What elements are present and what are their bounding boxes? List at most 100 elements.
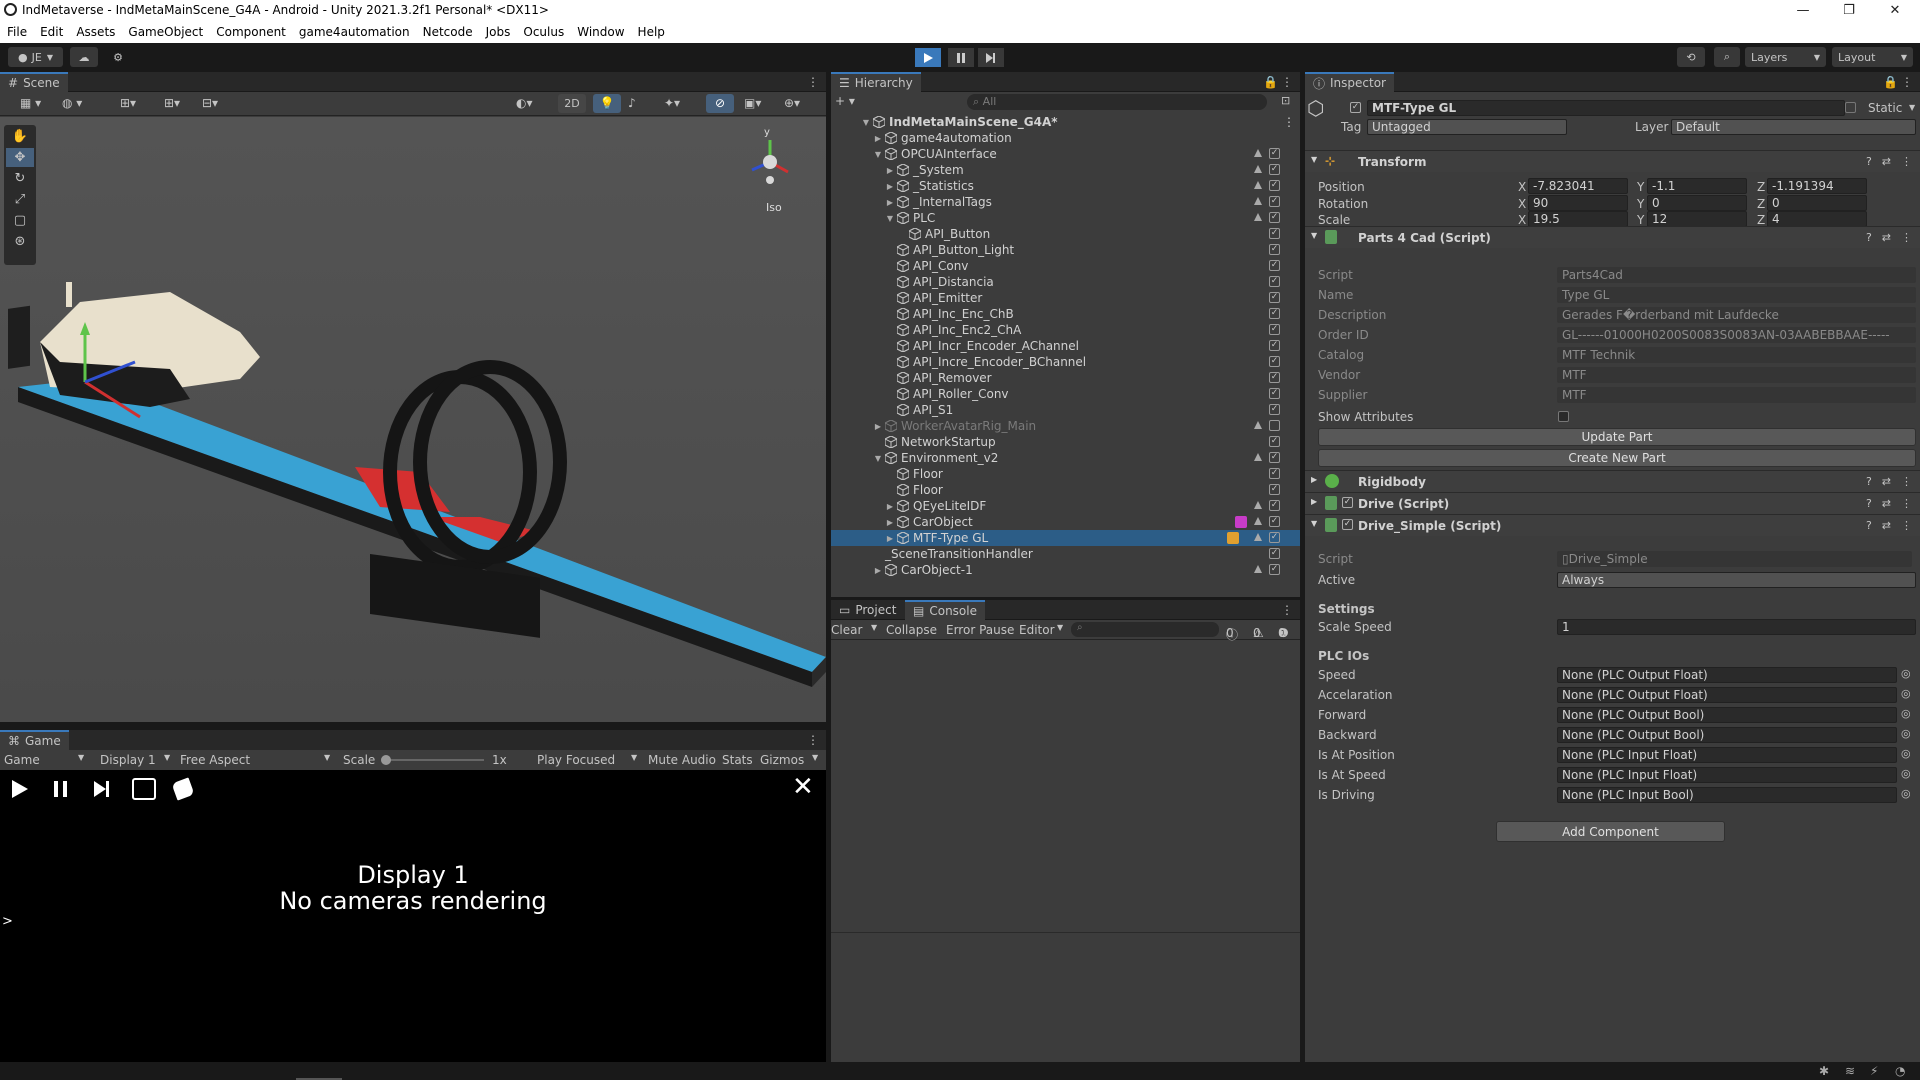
sketch-icon[interactable] [171, 777, 195, 801]
hierarchy-row[interactable]: ▶ _Statistics ✓ [831, 178, 1300, 194]
expand-arrow-icon[interactable]: ▶ [885, 182, 895, 191]
help-icon[interactable]: ? [1866, 519, 1872, 532]
expand-arrow-icon[interactable]: ▶ [873, 422, 883, 431]
game-pause-icon[interactable] [54, 781, 68, 797]
transform-component-header[interactable]: ▼ ⊹ Transform ? ⇄ ⋮ [1305, 150, 1920, 172]
visibility-checkbox[interactable]: ✓ [1269, 564, 1280, 575]
visibility-checkbox[interactable]: ✓ [1269, 292, 1280, 303]
tab-game[interactable]: ⌘ Game [0, 730, 69, 750]
visibility-checkbox[interactable]: ✓ [1269, 356, 1280, 367]
visibility-checkbox[interactable]: ✓ [1269, 372, 1280, 383]
account-dropdown[interactable]: ● JE ▼ [8, 47, 63, 67]
visibility-checkbox[interactable]: ✓ [1269, 340, 1280, 351]
scale-x-field[interactable]: 19.5 [1528, 211, 1628, 227]
play-mode-select[interactable]: Play Focused [537, 753, 615, 767]
expand-arrow-icon[interactable]: ▶ [873, 566, 883, 575]
expand-arrow-icon[interactable]: ▼ [873, 454, 883, 463]
rect-tool-icon[interactable]: ▢ [6, 211, 34, 230]
component-menu-icon[interactable]: ⋮ [1901, 155, 1912, 168]
collapse-toggle[interactable]: Collapse [886, 623, 937, 637]
hierarchy-row[interactable]: ▼ PLC ✓ [831, 210, 1300, 226]
audio-toggle-icon[interactable]: ♪ [628, 96, 648, 112]
step-button[interactable] [978, 48, 1004, 67]
menu-jobs[interactable]: Jobs [486, 25, 511, 39]
expand-arrow-icon[interactable]: ▶ [885, 518, 895, 527]
object-picker-icon[interactable]: ◎ [1901, 667, 1911, 680]
scene-viewport[interactable]: y Iso ✋ ✥ ↻ ⤢ ▢ ⊛ [0, 117, 826, 722]
plc-io-field[interactable]: None (PLC Output Float) [1557, 687, 1897, 703]
cache-icon[interactable]: ≋ [1845, 1064, 1855, 1078]
gizmos-icon[interactable]: ⊕▾ [784, 96, 820, 112]
active-dropdown[interactable]: Always [1557, 572, 1916, 588]
maximize-button[interactable]: ❐ [1826, 0, 1872, 21]
hierarchy-search-input[interactable]: ⌕ All [967, 94, 1267, 110]
hierarchy-row[interactable]: API_Button_Light ✓ [831, 242, 1300, 258]
scale-slider[interactable] [384, 759, 484, 761]
game-menu-icon[interactable]: ⋮ [807, 733, 819, 747]
increment-snap-icon[interactable]: ⊟▾ [202, 96, 236, 112]
menu-window[interactable]: Window [577, 25, 624, 39]
position-y-field[interactable]: -1.1 [1647, 178, 1747, 194]
parts4cad-component-header[interactable]: ▼ Parts 4 Cad (Script) ? ⇄ ⋮ [1305, 226, 1920, 248]
visibility-checkbox[interactable]: ✓ [1269, 404, 1280, 415]
plc-io-field[interactable]: None (PLC Input Float) [1557, 767, 1897, 783]
effects-icon[interactable]: ✦▾ [664, 96, 694, 112]
visibility-checkbox[interactable]: ✓ [1269, 548, 1280, 559]
drive-enabled-checkbox[interactable]: ✓ [1342, 497, 1353, 508]
tab-hierarchy[interactable]: ☰ Hierarchy [831, 72, 921, 92]
screenshot-icon[interactable] [132, 778, 156, 800]
console-menu-icon[interactable]: ⋮ [1281, 603, 1293, 617]
hierarchy-menu-icon[interactable]: ⋮ [1281, 75, 1293, 89]
hierarchy-row[interactable]: API_Incr_Encoder_AChannel ✓ [831, 338, 1300, 354]
object-picker-icon[interactable]: ◎ [1901, 747, 1911, 760]
hierarchy-row[interactable]: ▼ IndMetaMainScene_G4A* ⋮ [831, 114, 1300, 130]
position-z-field[interactable]: -1.191394 [1767, 178, 1867, 194]
inspector-menu-icon[interactable]: ⋮ [1901, 75, 1913, 89]
menu-component[interactable]: Component [216, 25, 286, 39]
menu-oculus[interactable]: Oculus [523, 25, 564, 39]
rigidbody-component-header[interactable]: ▶ Rigidbody ? ⇄ ⋮ [1305, 470, 1920, 492]
view-select[interactable]: Game [4, 753, 40, 767]
menu-help[interactable]: Help [638, 25, 665, 39]
hierarchy-row[interactable]: _SceneTransitionHandler ✓ [831, 546, 1300, 562]
preset-icon[interactable]: ⇄ [1882, 155, 1891, 168]
plc-io-field[interactable]: None (PLC Output Bool) [1557, 707, 1897, 723]
plc-io-field[interactable]: None (PLC Input Float) [1557, 747, 1897, 763]
menu-game4automation[interactable]: game4automation [299, 25, 410, 39]
hierarchy-row[interactable]: API_Roller_Conv ✓ [831, 386, 1300, 402]
game-play-icon[interactable] [12, 780, 28, 798]
visibility-checkbox[interactable]: ✓ [1269, 212, 1280, 223]
visibility-checkbox[interactable]: ✓ [1269, 260, 1280, 271]
visibility-checkbox[interactable]: ✓ [1269, 244, 1280, 255]
visibility-checkbox[interactable]: ✓ [1269, 228, 1280, 239]
visibility-checkbox[interactable]: ✓ [1269, 500, 1280, 511]
hierarchy-row[interactable]: ▶ WorkerAvatarRig_Main [831, 418, 1300, 434]
static-checkbox[interactable] [1845, 102, 1856, 113]
object-picker-icon[interactable]: ◎ [1901, 727, 1911, 740]
hierarchy-row[interactable]: ▶ _InternalTags ✓ [831, 194, 1300, 210]
lock-icon[interactable]: 🔒 [1263, 75, 1278, 89]
mute-audio-toggle[interactable]: Mute Audio [648, 753, 716, 767]
help-icon[interactable]: ? [1866, 475, 1872, 488]
game-step-icon[interactable] [94, 781, 110, 797]
rotation-z-field[interactable]: 0 [1767, 195, 1867, 211]
scene-menu-icon[interactable]: ⋮ [807, 75, 819, 89]
scale-slider-handle[interactable] [381, 755, 391, 765]
preset-icon[interactable]: ⇄ [1882, 231, 1891, 244]
cloud-button[interactable]: ☁ [70, 47, 98, 67]
rotation-x-field[interactable]: 90 [1528, 195, 1628, 211]
hierarchy-row[interactable]: ▶ game4automation [831, 130, 1300, 146]
visibility-checkbox[interactable]: ✓ [1269, 180, 1280, 191]
visibility-checkbox[interactable]: ✓ [1269, 148, 1280, 159]
hierarchy-row[interactable]: API_Conv ✓ [831, 258, 1300, 274]
visibility-checkbox[interactable]: ✓ [1269, 276, 1280, 287]
hierarchy-row[interactable]: ▶ QEyeLiteIDF ✓ [831, 498, 1300, 514]
position-x-field[interactable]: -7.823041 [1528, 178, 1628, 194]
plc-io-field[interactable]: None (PLC Input Bool) [1557, 787, 1897, 803]
toggle-2d-button[interactable]: 2D [558, 94, 586, 113]
editor-dropdown[interactable]: Editor [1019, 623, 1055, 637]
menu-assets[interactable]: Assets [76, 25, 115, 39]
menu-gameobject[interactable]: GameObject [128, 25, 203, 39]
tag-dropdown[interactable]: Untagged [1367, 119, 1567, 135]
drive-simple-enabled-checkbox[interactable]: ✓ [1342, 519, 1353, 530]
